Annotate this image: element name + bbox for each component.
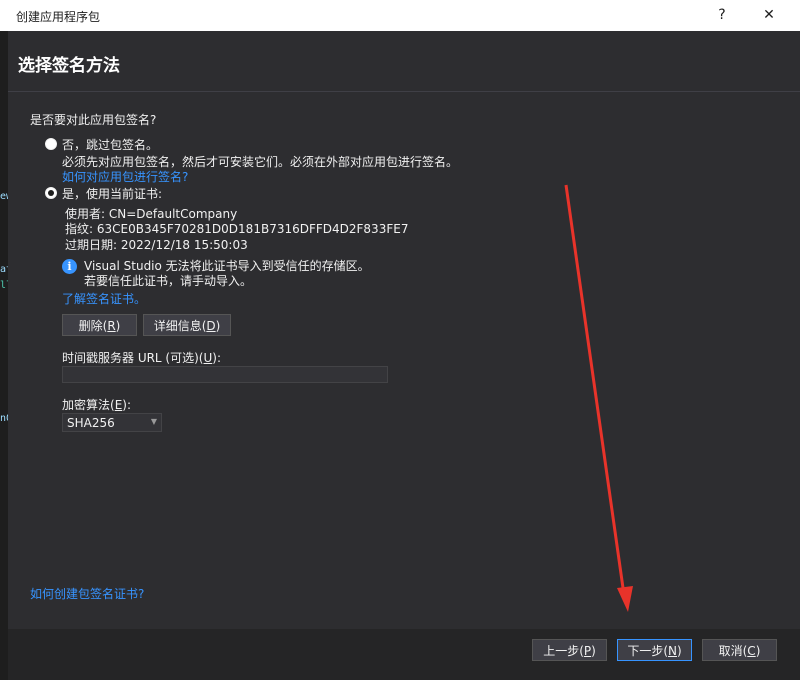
annotation-arrow bbox=[564, 184, 633, 612]
